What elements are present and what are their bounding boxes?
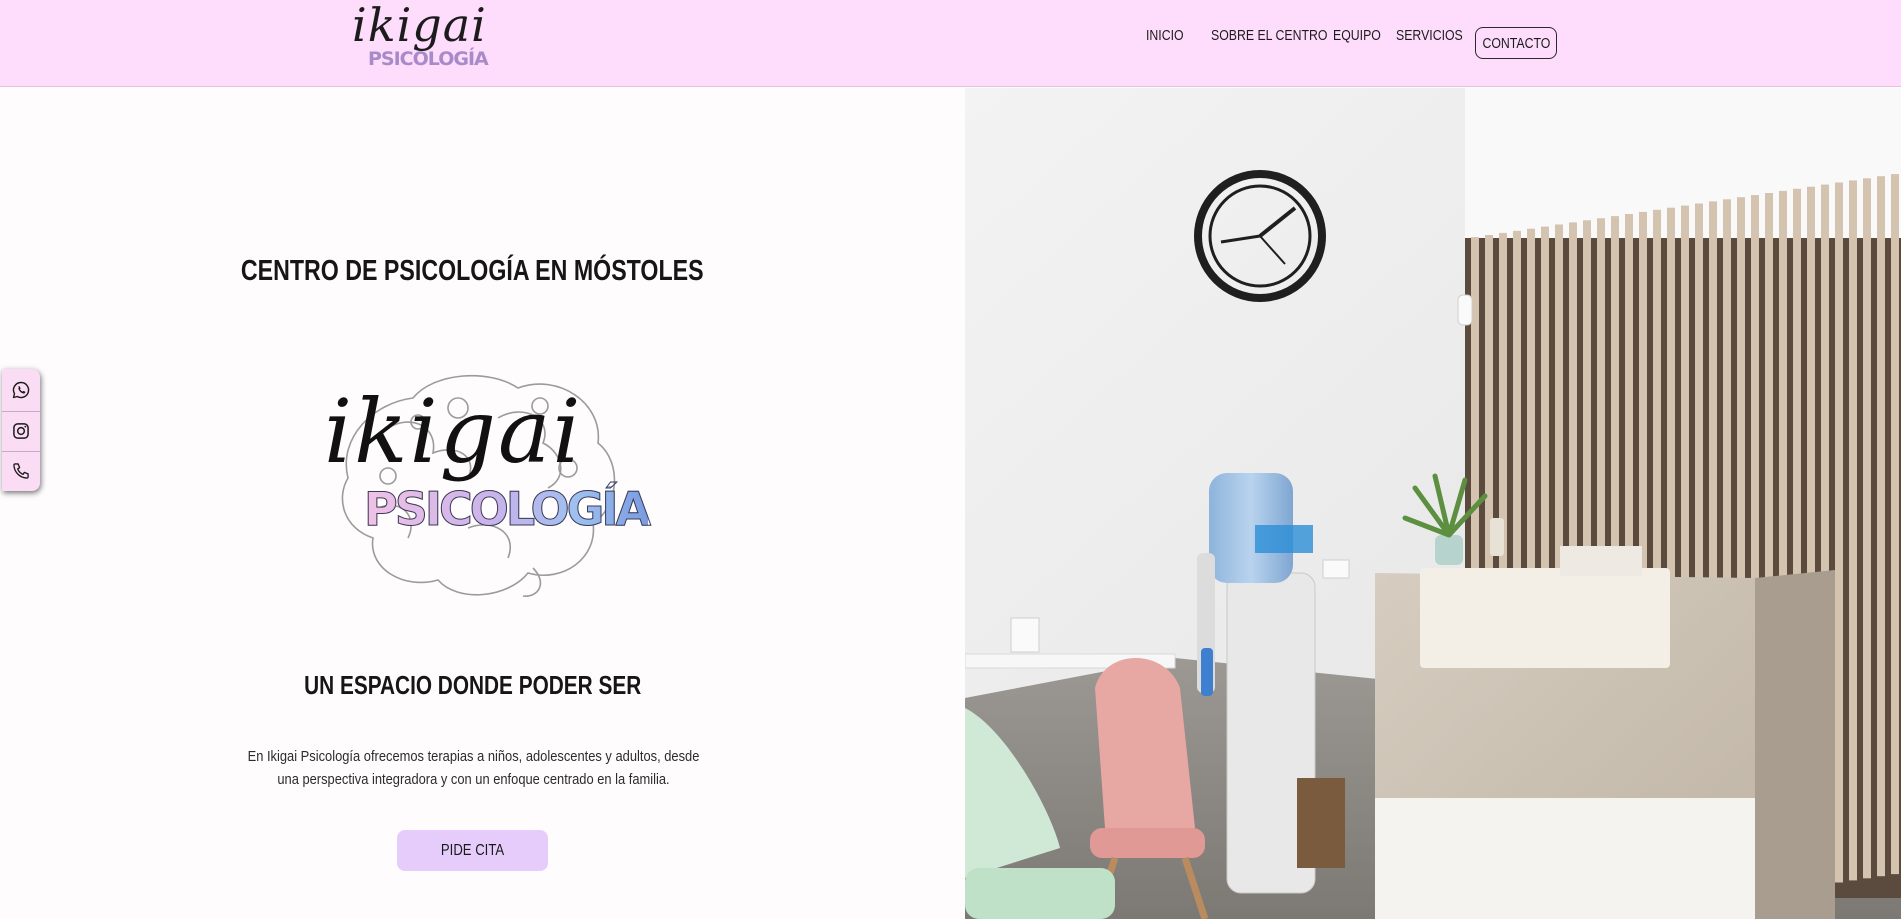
wood-slat <box>1835 182 1843 883</box>
reception-desk <box>1375 546 1835 919</box>
hero-logo: ikigai PSICOLOGÍA <box>318 358 652 608</box>
phone-button[interactable] <box>2 451 40 490</box>
instagram-icon <box>13 423 29 439</box>
instagram-button[interactable] <box>2 411 40 450</box>
hero-logo-script: ikigai <box>324 380 583 483</box>
hero-subheading: UN ESPACIO DONDE PODER SER <box>303 670 642 700</box>
main-nav: INICIO SOBRE EL CENTRO EQUIPO SERVICIOS <box>1146 27 1463 44</box>
hero-heading: CENTRO DE PSICOLOGÍA EN MÓSTOLES <box>241 255 704 287</box>
hero-logo-word: PSICOLOGÍA <box>363 482 651 536</box>
wood-slat <box>1863 178 1871 879</box>
nav-inicio[interactable]: INICIO <box>1146 27 1184 44</box>
logo-script: ikigai <box>352 0 487 52</box>
nav-sobre-el-centro[interactable]: SOBRE EL CENTRO <box>1211 27 1327 44</box>
wood-slat <box>1849 180 1857 881</box>
logo-word: PSICOLOGÍA <box>368 48 489 70</box>
hero-section: CENTRO DE PSICOLOGÍA EN MÓSTOLES ikigai … <box>0 88 965 919</box>
contact-button[interactable]: CONTACTO <box>1475 27 1557 59</box>
book-appointment-button[interactable]: PIDE CITA <box>397 830 548 871</box>
contact-label: CONTACTO <box>1482 34 1550 52</box>
social-sidebar <box>2 369 40 491</box>
cta-label: PIDE CITA <box>440 841 505 859</box>
wood-slat <box>1891 174 1899 875</box>
whatsapp-icon <box>12 381 30 399</box>
nav-servicios[interactable]: SERVICIOS <box>1396 27 1463 44</box>
phone-icon <box>13 463 29 479</box>
whatsapp-button[interactable] <box>2 371 40 409</box>
reception-illustration <box>965 88 1901 919</box>
reception-photo <box>965 88 1901 919</box>
nav-equipo[interactable]: EQUIPO <box>1333 27 1381 44</box>
wood-slat <box>1877 176 1885 877</box>
site-header: ikigai PSICOLOGÍA INICIO SOBRE EL CENTRO… <box>0 0 1901 87</box>
header-logo[interactable]: ikigai PSICOLOGÍA <box>348 2 489 80</box>
hero-description: En Ikigai Psicología ofrecemos terapias … <box>247 748 700 788</box>
